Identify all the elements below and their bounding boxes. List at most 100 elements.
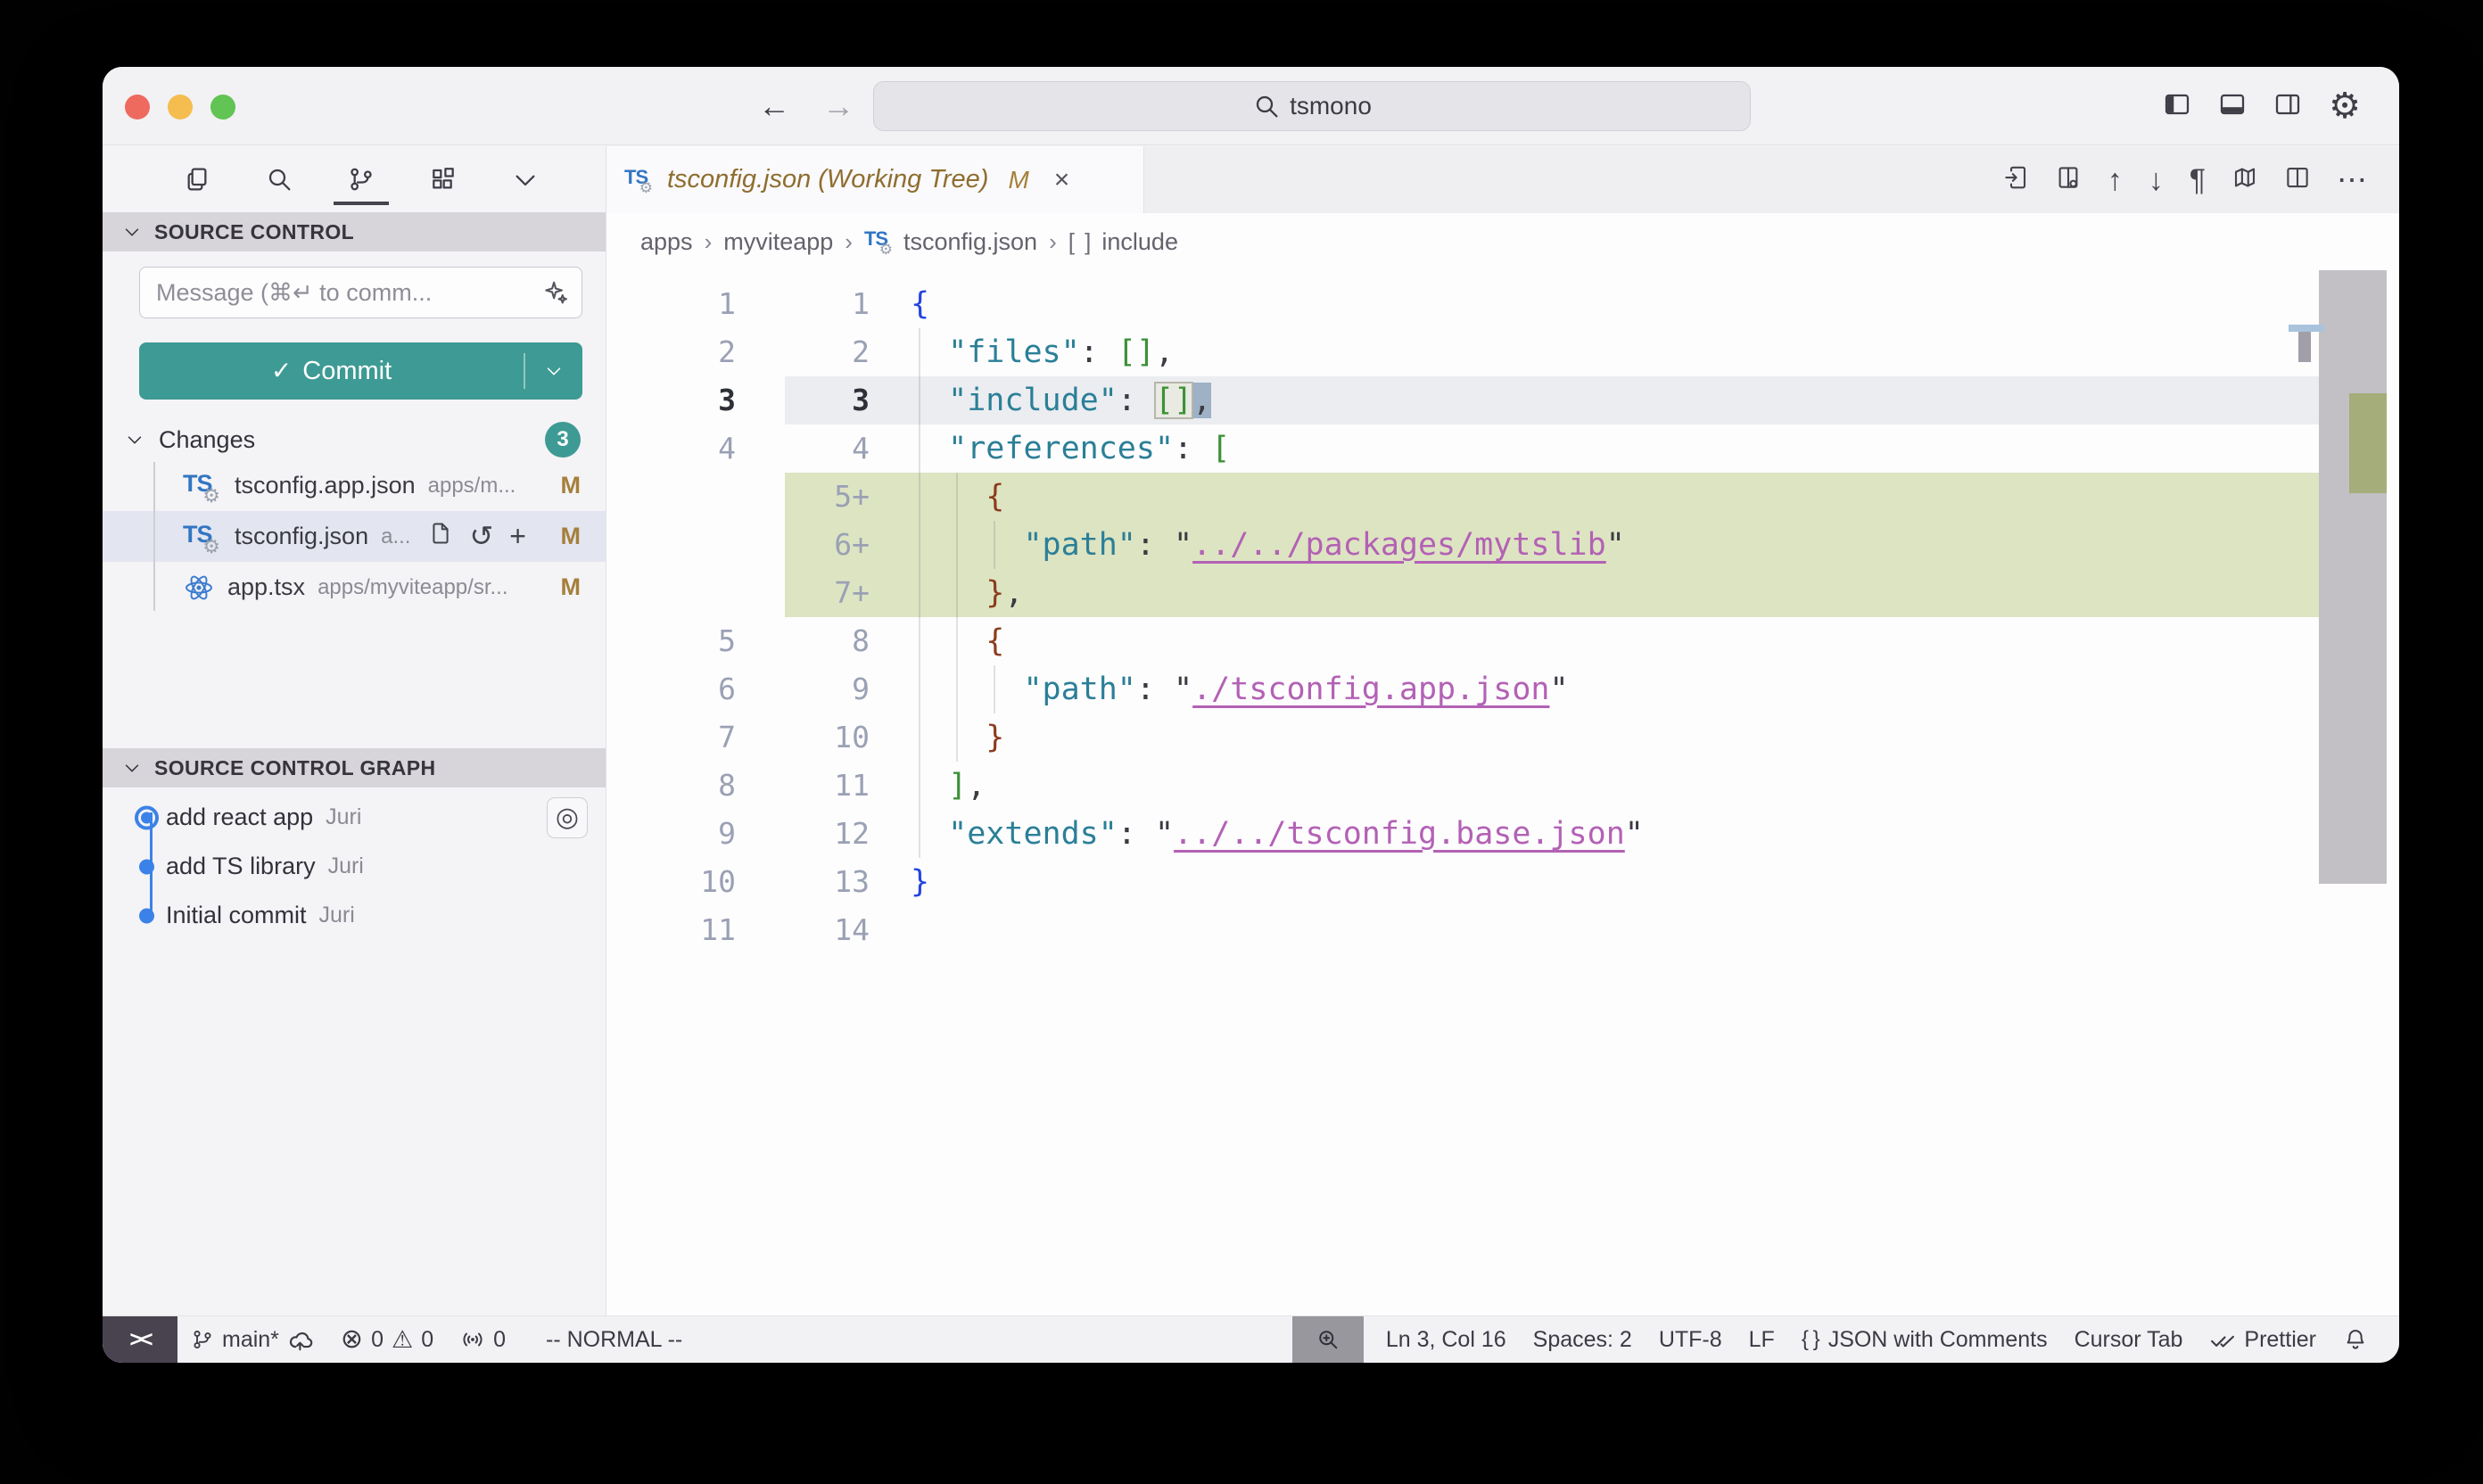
code-line[interactable]: 33 "include": [], xyxy=(606,376,2399,425)
breadcrumb-item-tsconfig.json[interactable]: TS⚙tsconfig.json xyxy=(864,227,1037,256)
commit-message: add TS library xyxy=(166,853,316,880)
discard-button[interactable]: ↺ xyxy=(469,522,493,552)
changed-file-app.tsx[interactable]: app.tsxapps/myviteapp/sr...M xyxy=(103,562,606,613)
source-control-graph-header[interactable]: SOURCE CONTROL GRAPH xyxy=(103,748,606,787)
encoding-item[interactable]: UTF-8 xyxy=(1646,1316,1736,1363)
braces-icon: { } xyxy=(1802,1327,1820,1352)
gear-button[interactable]: ⚙ xyxy=(2329,88,2361,124)
original-line-number: 11 xyxy=(606,906,785,954)
chevron-down-icon xyxy=(511,165,540,194)
open-changes-button[interactable] xyxy=(2002,164,2029,195)
code-line[interactable]: 5+ { xyxy=(606,473,2399,521)
activity-item-chevron-down[interactable] xyxy=(507,154,543,204)
code-text: "path": "../../packages/mytslib" xyxy=(870,521,1625,569)
minimize-window-button[interactable] xyxy=(168,95,193,120)
breadcrumb-item-include[interactable]: [ ]include xyxy=(1068,228,1178,256)
split-editor-button[interactable] xyxy=(2284,164,2311,195)
notifications-item[interactable] xyxy=(2330,1316,2381,1363)
code-line[interactable]: 6+ "path": "../../packages/mytslib" xyxy=(606,521,2399,569)
changed-file-tsconfig.json[interactable]: TS⚙tsconfig.jsona...↺+M xyxy=(103,511,606,562)
maximize-window-button[interactable] xyxy=(210,95,235,120)
errors-icon: ⊗ xyxy=(341,1326,363,1353)
pilcrow-button[interactable]: ¶ xyxy=(2190,165,2206,195)
code-line[interactable]: 22 "files": [], xyxy=(606,328,2399,376)
commit-message: add react app xyxy=(166,804,313,831)
branch-item[interactable]: main* xyxy=(177,1316,327,1363)
activity-item-search[interactable] xyxy=(261,154,297,204)
ports-item[interactable]: 0 xyxy=(447,1316,519,1363)
changes-label: Changes xyxy=(159,426,255,454)
eol-item[interactable]: LF xyxy=(1736,1316,1788,1363)
code-text: "include": [], xyxy=(870,376,1211,425)
screen: ← → tsmono ⚙ SOURCE CONTROL Message (⌘↵ … xyxy=(0,0,2483,1484)
source-control-section-header[interactable]: SOURCE CONTROL xyxy=(103,212,606,251)
panel-left-button[interactable] xyxy=(2163,90,2191,123)
navigate-forward-button[interactable]: → xyxy=(822,87,854,125)
panel-right-button[interactable] xyxy=(2273,90,2302,123)
changes-section-header[interactable]: Changes 3 xyxy=(103,419,606,460)
ts-file-icon: TS⚙ xyxy=(864,227,895,256)
code-line[interactable]: 7+ }, xyxy=(606,569,2399,617)
code-line[interactable]: 58 { xyxy=(606,617,2399,665)
problems-item[interactable]: ⊗ 0 ⚠ 0 xyxy=(327,1316,447,1363)
language-mode-item[interactable]: { } JSON with Comments xyxy=(1788,1316,2061,1363)
zoom-plus-icon xyxy=(1316,1327,1340,1352)
sparkle-generate-message-icon[interactable] xyxy=(542,279,569,306)
breadcrumb-item-myviteapp[interactable]: myviteapp xyxy=(723,228,833,256)
checkout-commit-button[interactable]: ◎ xyxy=(547,797,588,838)
activity-item-source-control[interactable] xyxy=(343,154,379,204)
commit-row[interactable]: add react appJuri◎ xyxy=(103,793,606,842)
commit-message-input[interactable]: Message (⌘↵ to comm... xyxy=(139,267,582,318)
code-line[interactable]: 69 "path": "./tsconfig.app.json" xyxy=(606,665,2399,713)
arrow-down-icon: ↓ xyxy=(2149,165,2164,195)
code-line[interactable]: 710 } xyxy=(606,713,2399,762)
zoom-indicator[interactable] xyxy=(1292,1316,1364,1363)
scrollbar-thumb[interactable] xyxy=(2319,270,2387,884)
scrollbar-track[interactable] xyxy=(2319,270,2399,1315)
breadcrumb-item-apps[interactable]: apps xyxy=(640,228,693,256)
original-line-number xyxy=(606,569,785,617)
activity-item-extensions[interactable] xyxy=(425,154,461,204)
open-file-button[interactable] xyxy=(428,521,453,552)
navigate-back-button[interactable]: ← xyxy=(758,87,790,125)
commit-button[interactable]: ✓ Commit xyxy=(139,342,582,400)
compare-button[interactable] xyxy=(2055,164,2082,195)
arrow-up-icon: ↑ xyxy=(2108,165,2123,195)
original-line-number: 9 xyxy=(606,810,785,858)
modified-line-number: 2 xyxy=(785,328,870,376)
changed-file-tsconfig.app.json[interactable]: TS⚙tsconfig.app.jsonapps/m...M xyxy=(103,460,606,511)
code-editor[interactable]: 11{22 "files": [],33 "include": [],44 "r… xyxy=(606,270,2399,1315)
tab-close-button[interactable]: × xyxy=(1054,165,1070,195)
formatter-item[interactable]: Prettier xyxy=(2196,1316,2330,1363)
more-button[interactable]: ⋯ xyxy=(2337,165,2367,195)
arrow-up-button[interactable]: ↑ xyxy=(2108,165,2123,195)
indentation-item[interactable]: Spaces: 2 xyxy=(1520,1316,1646,1363)
command-center-search[interactable]: tsmono xyxy=(873,81,1751,131)
tab-tsconfig-working-tree[interactable]: TS⚙ tsconfig.json (Working Tree) M × xyxy=(606,146,1144,213)
tab-completion-item[interactable]: Cursor Tab xyxy=(2061,1316,2197,1363)
stage-icon: + xyxy=(509,522,526,550)
workbench: SOURCE CONTROL Message (⌘↵ to comm... ✓ … xyxy=(103,146,2399,1315)
panel-bottom-button[interactable] xyxy=(2218,90,2247,123)
cursor-position-item[interactable]: Ln 3, Col 16 xyxy=(1373,1316,1520,1363)
section-title: SOURCE CONTROL GRAPH xyxy=(154,756,436,780)
code-line[interactable]: 811 ], xyxy=(606,762,2399,810)
close-window-button[interactable] xyxy=(125,95,150,120)
modified-line-number: 13 xyxy=(785,858,870,906)
commit-dropdown-button[interactable] xyxy=(525,361,582,381)
modified-line-number: 3 xyxy=(785,376,870,425)
modified-badge: M xyxy=(561,472,582,499)
code-line[interactable]: 1013} xyxy=(606,858,2399,906)
code-line[interactable]: 1114 xyxy=(606,906,2399,954)
sidebar-source-control: SOURCE CONTROL Message (⌘↵ to comm... ✓ … xyxy=(103,146,606,1315)
code-line[interactable]: 912 "extends": "../../tsconfig.base.json… xyxy=(606,810,2399,858)
map-button[interactable] xyxy=(2231,164,2258,195)
commit-row[interactable]: add TS libraryJuri xyxy=(103,842,606,891)
commit-row[interactable]: Initial commitJuri xyxy=(103,891,606,940)
code-line[interactable]: 11{ xyxy=(606,280,2399,328)
activity-item-explorer[interactable] xyxy=(179,154,215,204)
code-line[interactable]: 44 "references": [ xyxy=(606,425,2399,473)
stage-button[interactable]: + xyxy=(509,522,526,552)
arrow-down-button[interactable]: ↓ xyxy=(2149,165,2164,195)
remote-indicator[interactable]: >< xyxy=(103,1316,177,1363)
